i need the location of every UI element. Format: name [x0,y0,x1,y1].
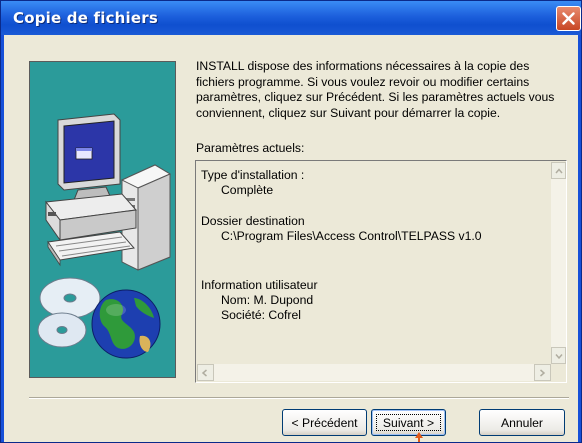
setup-illustration [29,61,176,378]
close-button[interactable] [556,6,581,31]
globe [91,289,161,359]
monitor [57,113,121,201]
button-separator [29,397,569,399]
mouse-pointer-icon [415,432,423,442]
window-border-right [578,35,581,442]
scrollbar-corner [551,364,566,381]
next-button[interactable]: Suivant > [371,409,446,436]
focus-rectangle [376,414,441,431]
settings-content: Type d'installation : Complète Dossier d… [197,162,551,364]
destination-value: C:\Program Files\Access Control\TELPASS … [221,229,482,243]
chevron-up-icon [555,168,563,174]
chevron-right-icon [540,369,546,377]
install-type-value: Complète [221,183,274,197]
title-bar[interactable]: Copie de fichiers [1,1,581,35]
intro-text: INSTALL dispose des informations nécessa… [196,59,555,120]
user-info-label: Information utilisateur [201,278,318,292]
cancel-button-label: Annuler [500,415,543,430]
user-company: Société: Cofrel [221,308,301,322]
scroll-right-button[interactable] [534,364,551,381]
window-border-left [1,35,4,442]
close-icon [562,12,575,25]
scroll-left-button[interactable] [197,364,214,381]
back-button-label: < Précédent [291,415,358,430]
destination-label: Dossier destination [201,214,305,228]
vertical-scrollbar[interactable] [551,162,566,364]
settings-listbox[interactable]: Type d'installation : Complète Dossier d… [195,160,567,383]
back-button[interactable]: < Précédent [282,409,367,436]
user-name: Nom: M. Dupond [221,293,314,307]
scroll-up-button[interactable] [551,162,566,179]
chevron-down-icon [555,354,563,360]
params-label: Paramètres actuels: [196,141,305,155]
horizontal-scrollbar[interactable] [197,364,551,381]
scroll-down-button[interactable] [551,347,566,364]
cd-discs [37,277,101,348]
cancel-button[interactable]: Annuler [479,409,565,436]
installer-dialog: Copie de fichiers INSTALL dispose des in… [0,0,582,443]
window-title: Copie de fichiers [13,9,158,27]
chevron-left-icon [201,369,207,377]
install-type-label: Type d'installation : [201,168,305,182]
